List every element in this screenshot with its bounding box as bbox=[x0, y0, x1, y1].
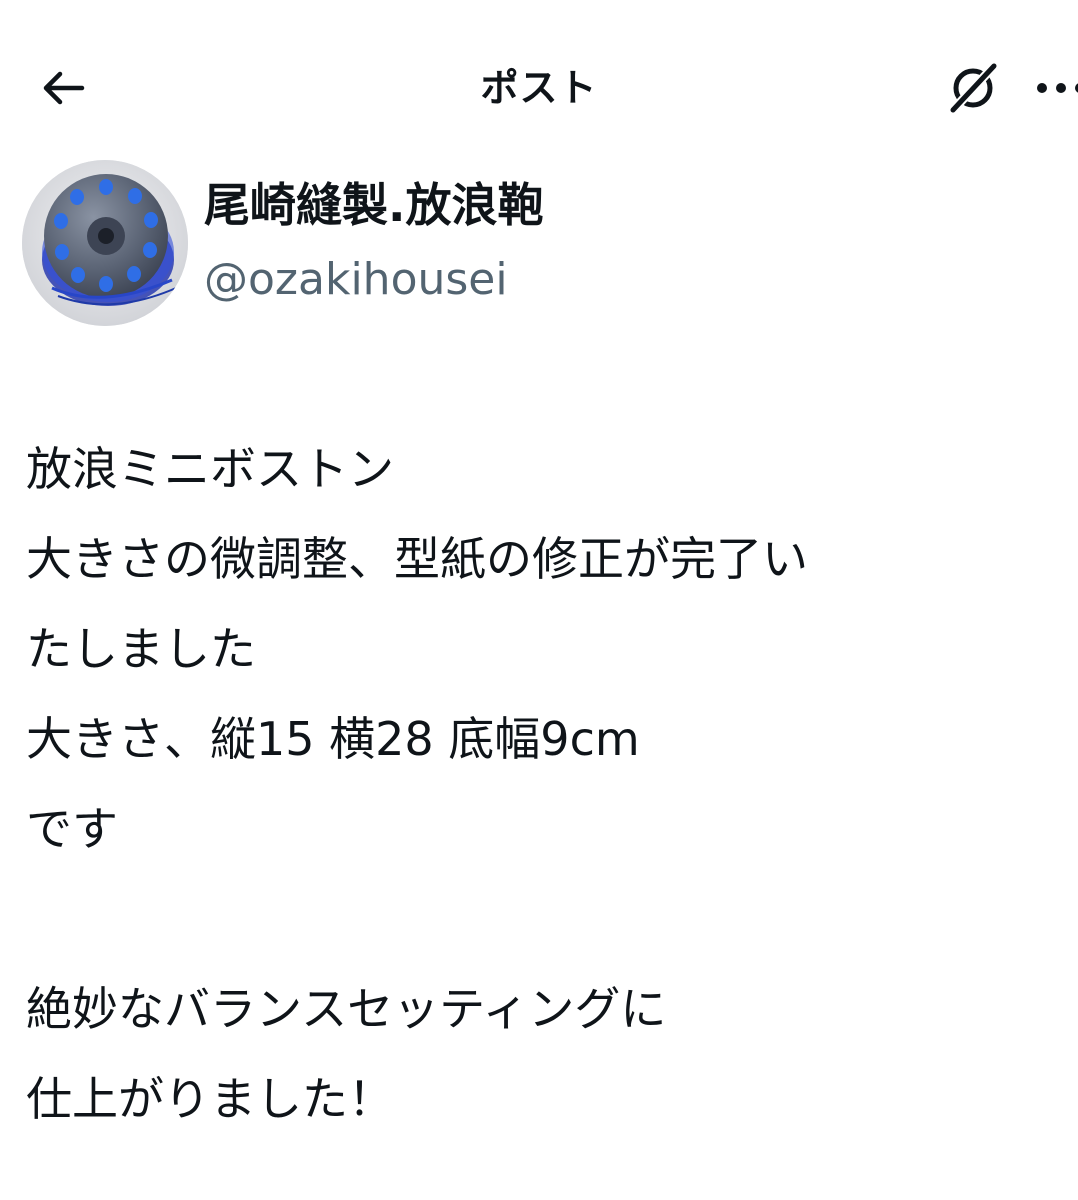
page-title: ポスト bbox=[480, 66, 598, 110]
post-author: 尾崎縫製.放浪鞄 @ozakihousei bbox=[22, 160, 1062, 330]
author-display-name[interactable]: 尾崎縫製.放浪鞄 bbox=[204, 170, 543, 240]
post-text-line: 放浪ミニボストン bbox=[26, 442, 394, 496]
more-options-button[interactable] bbox=[1026, 56, 1078, 120]
author-handle[interactable]: @ozakihousei bbox=[204, 248, 508, 312]
sewing-bobbin-avatar bbox=[22, 160, 188, 326]
post-text-line: 絶妙なバランスセッティングに bbox=[26, 982, 667, 1036]
post-text-line: たしました bbox=[26, 622, 256, 676]
post-text-line: 大きさの微調整、型紙の修正が完了い bbox=[26, 532, 808, 586]
avatar[interactable] bbox=[22, 160, 188, 326]
post-text-line: です bbox=[26, 802, 118, 856]
post-text-line: 仕上がりました！ bbox=[26, 1072, 394, 1126]
grok-button[interactable] bbox=[938, 56, 1008, 120]
post-text-blank-line bbox=[26, 874, 1078, 964]
top-navigation-bar: ポスト bbox=[0, 0, 1078, 175]
post-text-line: 大きさ、縦15 横28 底幅9cm bbox=[26, 712, 640, 766]
post-text: 放浪ミニボストン 大きさの微調整、型紙の修正が完了い たしました 大きさ、縦15… bbox=[26, 424, 1078, 1144]
more-horizontal-icon bbox=[1037, 83, 1078, 93]
grok-icon bbox=[948, 61, 999, 115]
